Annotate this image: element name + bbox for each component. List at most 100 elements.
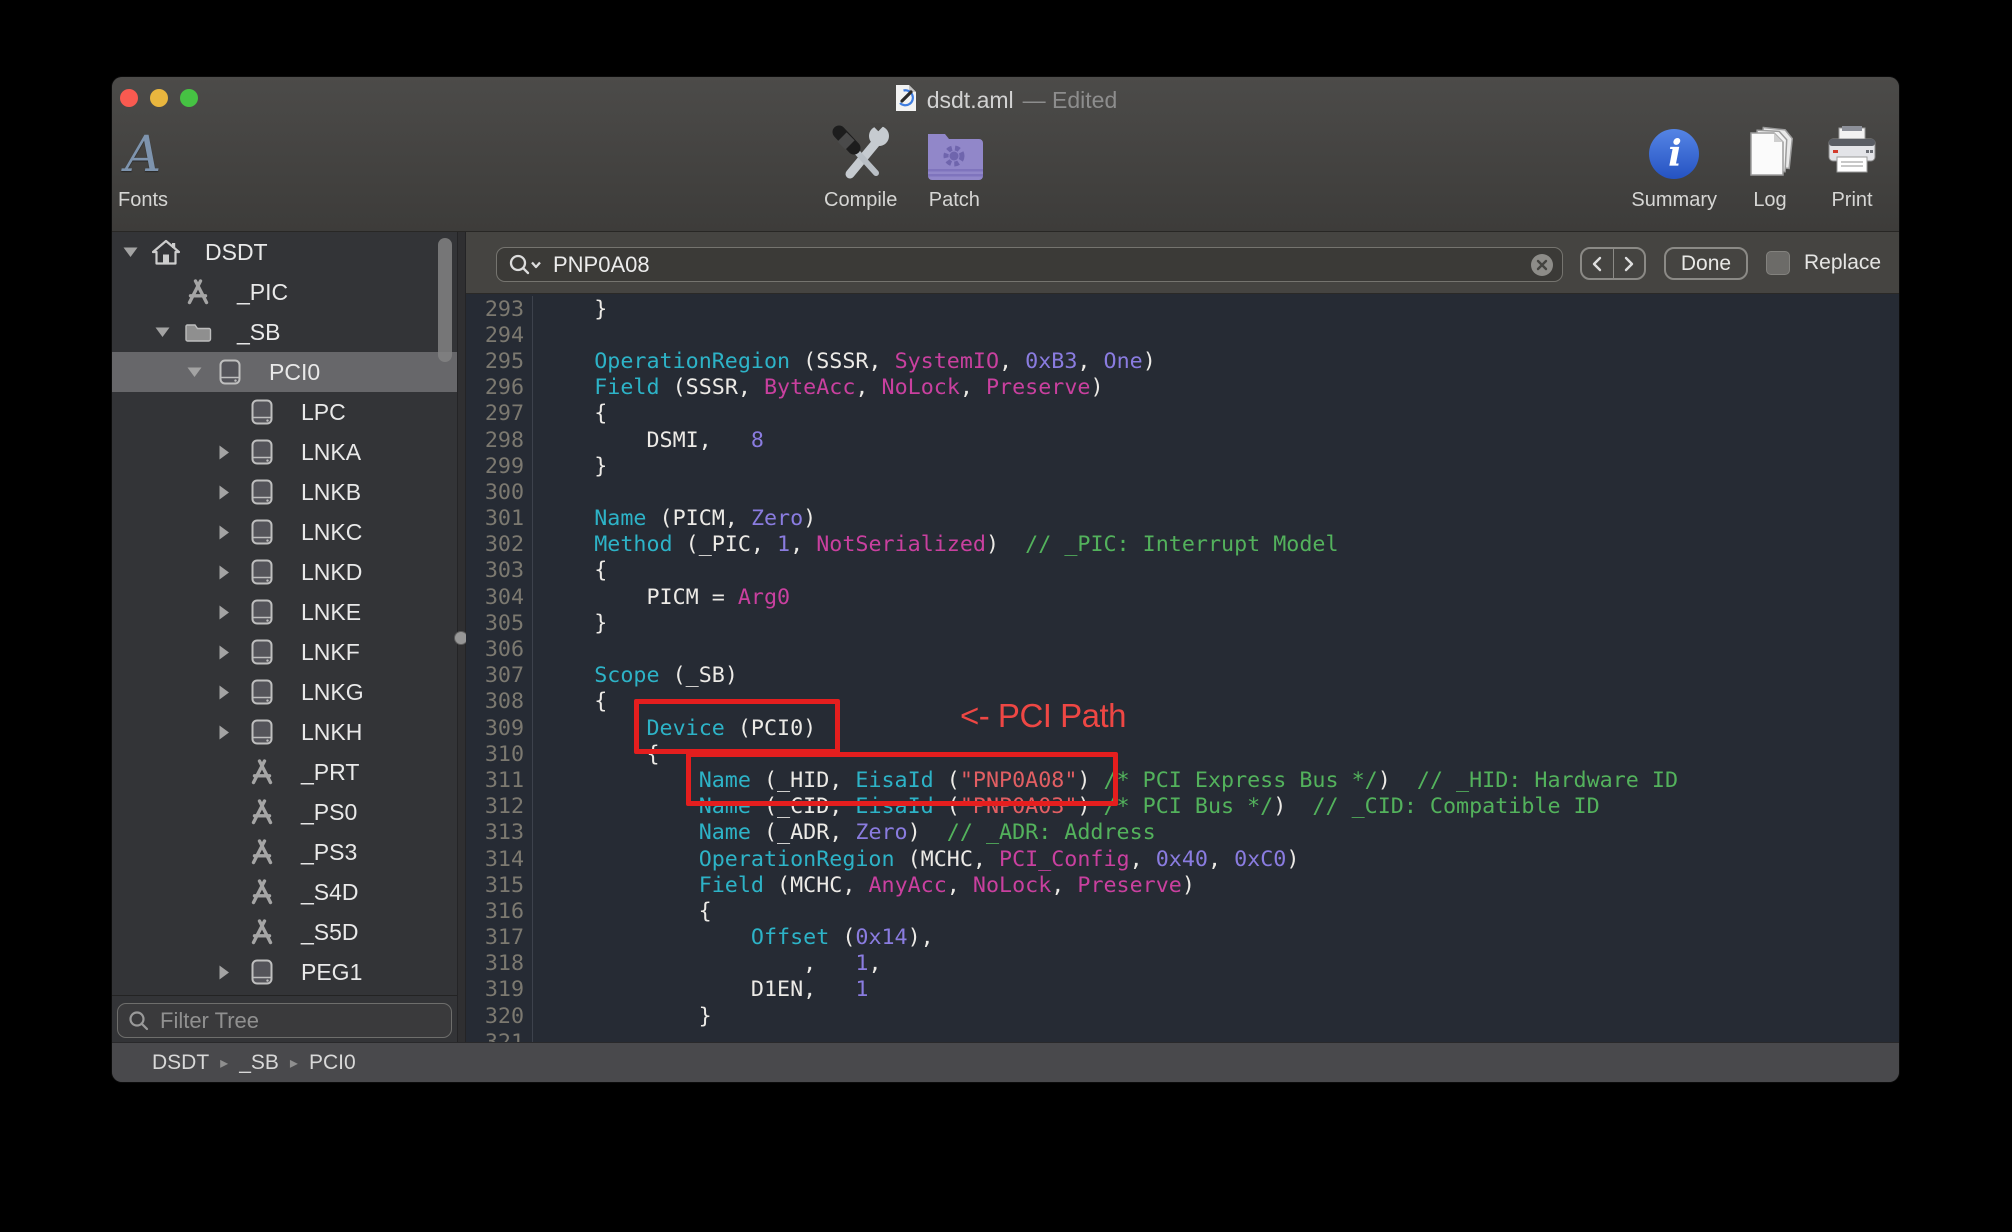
- done-button[interactable]: Done: [1664, 247, 1748, 280]
- code-editor[interactable]: 293 }294295 OperationRegion (SSSR, Syste…: [466, 294, 1899, 1042]
- line-number: 302: [466, 532, 533, 558]
- patch-button[interactable]: Patch: [923, 123, 985, 212]
- sidebar-item-lpc[interactable]: LPC: [112, 392, 457, 432]
- sidebar-item-_prt[interactable]: _PRT: [112, 752, 457, 792]
- split-divider[interactable]: [457, 232, 466, 1042]
- code-line-313: 313 Name (_ADR, Zero) // _ADR: Address: [466, 820, 1899, 846]
- toolbar-center: Compile Patch: [824, 123, 985, 212]
- clear-search-icon[interactable]: [1530, 253, 1554, 277]
- sidebar-item-_pic[interactable]: _PIC: [112, 272, 457, 312]
- sidebar-item-label: LPC: [301, 392, 346, 432]
- sidebar-item-peg1[interactable]: PEG1: [112, 952, 457, 992]
- line-number: 321: [466, 1029, 533, 1042]
- line-number: 298: [466, 427, 533, 453]
- code-line-294: 294: [466, 322, 1899, 348]
- code-line-315: 315 Field (MCHC, AnyAcc, NoLock, Preserv…: [466, 872, 1899, 898]
- sidebar-item-lnkg[interactable]: LNKG: [112, 672, 457, 712]
- editor-pane: Done Replace 293 }294295 OperationRegion…: [466, 232, 1899, 1042]
- sidebar-item-lnkf[interactable]: LNKF: [112, 632, 457, 672]
- code-line-304: 304 PICM = Arg0: [466, 584, 1899, 610]
- line-number: 313: [466, 820, 533, 846]
- line-number: 293: [466, 296, 533, 322]
- line-number: 305: [466, 610, 533, 636]
- sidebar-item-_s4d[interactable]: _S4D: [112, 872, 457, 912]
- sidebar-item-pci0[interactable]: PCI0: [112, 352, 457, 392]
- find-previous-button[interactable]: [1582, 249, 1613, 278]
- compile-button[interactable]: Compile: [824, 123, 897, 212]
- sidebar-scrollbar[interactable]: [438, 238, 452, 362]
- search-field[interactable]: [496, 247, 1563, 282]
- print-icon: [1823, 123, 1881, 185]
- sidebar-item-lnke[interactable]: LNKE: [112, 592, 457, 632]
- line-number: 303: [466, 558, 533, 584]
- breadcrumb-item-_sb[interactable]: _SB: [239, 1051, 279, 1075]
- sidebar-item-lnkc[interactable]: LNKC: [112, 512, 457, 552]
- search-icon[interactable]: [507, 253, 543, 277]
- line-number: 316: [466, 898, 533, 924]
- chevron-right-icon[interactable]: [219, 712, 230, 752]
- chevron-right-icon[interactable]: [219, 632, 230, 672]
- sidebar-item-lnka[interactable]: LNKA: [112, 432, 457, 472]
- code-line-307: 307 Scope (_SB): [466, 663, 1899, 689]
- chevron-right-icon[interactable]: [219, 672, 230, 712]
- filter-field[interactable]: [117, 1003, 452, 1038]
- search-input[interactable]: [551, 251, 1530, 279]
- chevron-right-icon[interactable]: [219, 512, 230, 552]
- method-icon: [184, 278, 212, 306]
- sidebar-item-_ps0[interactable]: _PS0: [112, 792, 457, 832]
- line-number: 307: [466, 663, 533, 689]
- sidebar-item-label: LNKD: [301, 552, 362, 592]
- sidebar-item-dsdt[interactable]: DSDT: [112, 232, 457, 272]
- sidebar-item-lnkb[interactable]: LNKB: [112, 472, 457, 512]
- line-content: {: [533, 401, 1899, 426]
- chevron-down-icon[interactable]: [155, 312, 170, 352]
- code-line-310: 310 {: [466, 741, 1899, 767]
- line-content: Field (MCHC, AnyAcc, NoLock, Preserve): [533, 873, 1899, 898]
- chevron-right-icon[interactable]: [219, 552, 230, 592]
- log-button[interactable]: Log: [1741, 123, 1799, 212]
- replace-checkbox[interactable]: [1766, 251, 1790, 275]
- breadcrumb-item-dsdt[interactable]: DSDT: [152, 1051, 209, 1075]
- chevron-down-icon[interactable]: [187, 352, 202, 392]
- patch-label: Patch: [929, 189, 980, 212]
- line-content: Name (_CID, EisaId ("PNP0A03") /* PCI Bu…: [533, 794, 1899, 819]
- find-next-button[interactable]: [1613, 249, 1645, 278]
- device-icon: [248, 958, 276, 986]
- fonts-icon: A: [125, 123, 161, 185]
- code-line-303: 303 {: [466, 558, 1899, 584]
- chevron-right-icon[interactable]: [219, 592, 230, 632]
- code-line-299: 299 }: [466, 453, 1899, 479]
- chevron-right-icon[interactable]: [219, 472, 230, 512]
- chevron-right-icon[interactable]: [219, 432, 230, 472]
- chevron-right-icon[interactable]: [219, 952, 230, 992]
- line-content: }: [533, 297, 1899, 322]
- fonts-button[interactable]: AFonts: [118, 123, 168, 212]
- device-icon: [248, 518, 276, 546]
- patch-icon: [923, 123, 985, 185]
- code-line-311: 311 Name (_HID, EisaId ("PNP0A08") /* PC…: [466, 767, 1899, 793]
- line-number: 296: [466, 375, 533, 401]
- sidebar-item-label: _S4D: [301, 872, 359, 912]
- house-icon: [152, 238, 180, 266]
- sidebar-item-label: LNKC: [301, 512, 362, 552]
- line-number: 306: [466, 636, 533, 662]
- sidebar-item-_s5d[interactable]: _S5D: [112, 912, 457, 952]
- line-number: 315: [466, 872, 533, 898]
- sidebar-item-_sb[interactable]: _SB: [112, 312, 457, 352]
- code-lines: 293 }294295 OperationRegion (SSSR, Syste…: [466, 296, 1899, 1042]
- replace-label[interactable]: Replace: [1804, 232, 1881, 294]
- sidebar-item-_ps3[interactable]: _PS3: [112, 832, 457, 872]
- sidebar-item-lnkd[interactable]: LNKD: [112, 552, 457, 592]
- breadcrumb-item-pci0[interactable]: PCI0: [309, 1051, 356, 1075]
- code-line-312: 312 Name (_CID, EisaId ("PNP0A03") /* PC…: [466, 794, 1899, 820]
- chevron-down-icon[interactable]: [123, 232, 138, 272]
- summary-button[interactable]: iSummary: [1631, 123, 1717, 212]
- filter-tree-input[interactable]: [158, 1007, 451, 1035]
- line-content: PICM = Arg0: [533, 585, 1899, 610]
- sidebar-item-lnkh[interactable]: LNKH: [112, 712, 457, 752]
- line-content: {: [533, 689, 1899, 714]
- code-line-309: 309 Device (PCI0): [466, 715, 1899, 741]
- line-content: Offset (0x14),: [533, 925, 1899, 950]
- print-button[interactable]: Print: [1823, 123, 1881, 212]
- line-content: {: [533, 899, 1899, 924]
